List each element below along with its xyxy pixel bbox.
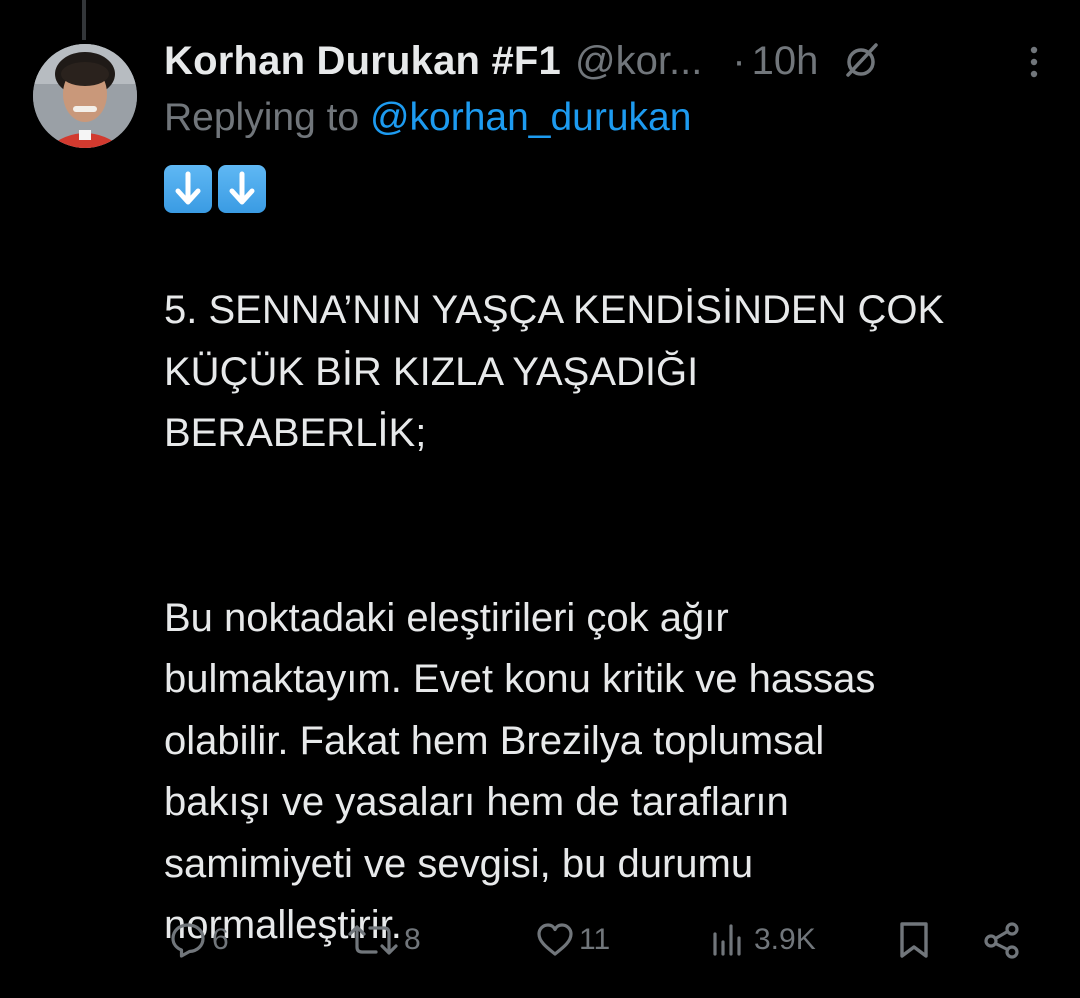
more-options-icon[interactable] <box>1012 40 1056 84</box>
author-name[interactable]: Korhan Durukan #F1 <box>164 39 561 84</box>
emoji-row <box>164 165 266 213</box>
tweet-timestamp[interactable]: 10h <box>752 39 819 84</box>
meta-separator: · <box>732 38 746 83</box>
like-count: 11 <box>579 923 611 956</box>
bookmark-icon <box>894 920 934 960</box>
replying-to-handle-link[interactable]: @korhan_durukan <box>370 96 691 139</box>
body-line: KÜÇÜK BİR KIZLA YAŞADIĞI <box>164 349 699 394</box>
replying-to-line: Replying to @korhan_durukan <box>164 96 691 140</box>
body-line: Bu noktadaki eleştirileri çok ağır <box>164 595 729 640</box>
views-count: 3.9K <box>754 923 816 956</box>
avatar-photo <box>33 44 137 148</box>
repost-icon <box>346 920 400 960</box>
share-icon <box>982 920 1022 960</box>
grok-icon[interactable] <box>840 39 884 83</box>
body-line: bulmaktayım. Evet konu kritik ve hassas <box>164 657 876 701</box>
tweet-body: 5. SENNA’NIN YAŞÇA KENDİSİNDEN ÇOK KÜÇÜK… <box>164 280 1054 957</box>
body-line: BERABERLİK; <box>164 411 427 455</box>
repost-count: 8 <box>404 923 421 956</box>
arrow-down-emoji <box>164 165 212 213</box>
analytics-icon <box>710 920 750 960</box>
author-avatar[interactable] <box>33 44 137 148</box>
reply-count: 6 <box>212 923 229 956</box>
arrow-down-emoji <box>218 165 266 213</box>
reply-icon <box>168 920 208 960</box>
body-line: bakışı ve yasaları hem de tarafların <box>164 780 789 824</box>
reply-button[interactable]: 6 <box>168 912 229 968</box>
body-line: olabilir. Fakat hem Brezilya toplumsal <box>164 718 825 763</box>
tweet-action-bar: 6 8 11 3.9K <box>164 912 1034 968</box>
repost-button[interactable]: 8 <box>346 912 421 968</box>
thread-connector-line <box>82 0 86 40</box>
tweet-header: Korhan Durukan #F1 @kor... · 10h <box>164 36 1056 86</box>
bookmark-button[interactable] <box>894 912 934 968</box>
body-line: samimiyeti ve sevgisi, bu durumu <box>164 841 754 886</box>
views-button[interactable]: 3.9K <box>710 912 816 968</box>
author-handle[interactable]: @kor... <box>575 39 702 84</box>
like-button[interactable]: 11 <box>535 912 610 968</box>
share-button[interactable] <box>982 912 1022 968</box>
replying-to-label: Replying to <box>164 96 370 139</box>
body-line: 5. SENNA’NIN YAŞÇA KENDİSİNDEN ÇOK <box>164 288 945 332</box>
heart-icon <box>535 920 575 960</box>
